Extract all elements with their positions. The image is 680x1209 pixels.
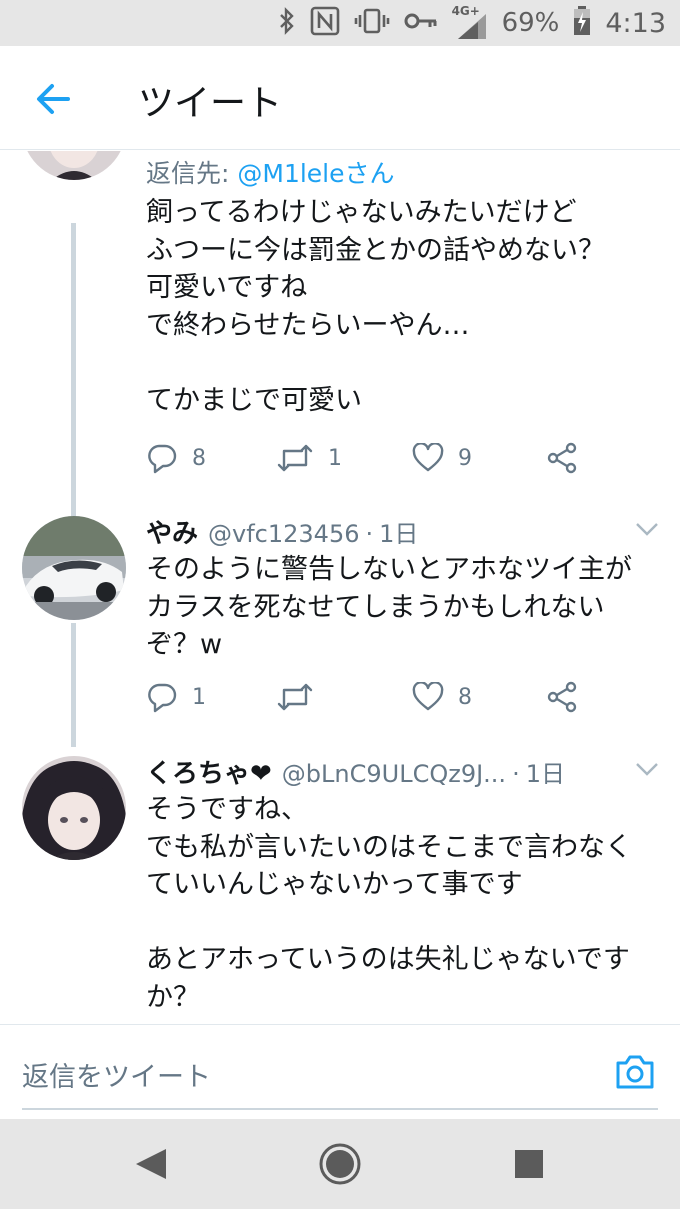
camera-icon[interactable] (614, 1051, 656, 1093)
reply-input-underline (22, 1108, 658, 1110)
avatar[interactable] (22, 151, 126, 180)
tweet-actions: 1 8 (146, 677, 586, 717)
heart-icon (412, 443, 444, 472)
retweet-button[interactable] (276, 677, 328, 717)
chevron-down-icon[interactable] (634, 759, 660, 779)
user-handle[interactable]: @vfc123456 (208, 520, 359, 548)
reply-icon (148, 444, 177, 474)
retweet-icon (277, 683, 313, 711)
app-bar: ツイート (0, 46, 680, 150)
thread-line (71, 223, 76, 555)
nav-home-icon[interactable] (317, 1141, 363, 1187)
tweet-thread: 返信先: @M1leleさん 飼ってるわけじゃないみたいだけど ふつーに今は罰金… (0, 151, 680, 1024)
page-title: ツイート (138, 83, 283, 124)
status-bar: 4G+ 69% 4:13 (0, 0, 680, 46)
avatar[interactable] (22, 756, 126, 860)
vibrate-icon (354, 7, 390, 39)
bluetooth-icon (278, 7, 296, 39)
signal-4g-icon: 4G+ (452, 4, 488, 40)
retweet-count: 1 (328, 445, 342, 471)
mention-link[interactable]: @M1leleさん (237, 159, 394, 188)
retweet-icon (277, 444, 313, 472)
chevron-down-icon[interactable] (634, 519, 660, 539)
tweet-text: 飼ってるわけじゃないみたいだけど ふつーに今は罰金とかの話やめない？ 可愛いです… (146, 197, 605, 416)
timestamp: 1日 (379, 520, 419, 548)
separator-dot: · (365, 520, 374, 548)
user-handle[interactable]: @bLnC9ULCQz9J... (282, 760, 506, 788)
tweet-header: くろちゃ❤ @bLnC9ULCQz9J... · 1日 (146, 753, 660, 791)
tweet-item[interactable]: やみ @vfc123456 · 1日 そのように警告しないとアホなツイ主が カラ… (0, 511, 680, 751)
tweet-actions: 8 1 9 (146, 438, 586, 478)
back-arrow-icon[interactable] (30, 76, 76, 122)
avatar[interactable] (22, 516, 126, 620)
reply-button[interactable]: 1 (146, 677, 206, 717)
share-icon (547, 442, 577, 474)
timestamp: 1日 (525, 760, 565, 788)
vpn-key-icon (404, 11, 438, 35)
nfc-icon (310, 6, 340, 40)
like-button[interactable]: 8 (412, 677, 472, 717)
share-button[interactable] (546, 677, 578, 717)
separator-dot: · (512, 760, 520, 788)
tweet-text: そうですね、 でも私が言いたいのはそこまで言わなく ていいんじゃないかって事です… (146, 794, 632, 1013)
reply-count: 1 (192, 684, 206, 710)
reply-count: 8 (192, 445, 206, 471)
like-count: 9 (458, 445, 472, 471)
display-name[interactable]: やみ (146, 513, 198, 550)
like-count: 8 (458, 684, 472, 710)
replying-to: 返信先: @M1leleさん (146, 154, 660, 194)
clock: 4:13 (605, 7, 666, 39)
reply-button[interactable]: 8 (146, 438, 206, 478)
tweet-text: そのように警告しないとアホなツイ主が カラスを死なせてしまうかもしれない ぞ？w (146, 554, 632, 660)
like-button[interactable]: 9 (412, 438, 472, 478)
share-icon (547, 681, 577, 713)
nav-back-icon[interactable] (128, 1141, 174, 1187)
reply-icon (148, 683, 177, 713)
tweet-item[interactable]: くろちゃ❤ @bLnC9ULCQz9J... · 1日 そうですね、 でも私が言… (0, 751, 680, 1024)
thread-line (71, 623, 76, 747)
nav-recents-icon[interactable] (506, 1141, 552, 1187)
share-button[interactable] (546, 438, 578, 478)
retweet-button[interactable]: 1 (276, 438, 342, 478)
battery-percent: 69% (501, 8, 560, 38)
battery-icon (573, 6, 591, 40)
tweet-item[interactable]: 返信先: @M1leleさん 飼ってるわけじゃないみたいだけど ふつーに今は罰金… (0, 151, 680, 555)
reply-compose-bar: 返信をツイート (0, 1024, 680, 1119)
system-nav-bar (0, 1119, 680, 1209)
replying-prefix: 返信先: (146, 159, 238, 188)
display-name[interactable]: くろちゃ❤ (146, 753, 272, 790)
heart-icon (412, 682, 444, 711)
reply-input[interactable]: 返信をツイート (22, 1055, 211, 1094)
tweet-header: やみ @vfc123456 · 1日 (146, 513, 660, 551)
